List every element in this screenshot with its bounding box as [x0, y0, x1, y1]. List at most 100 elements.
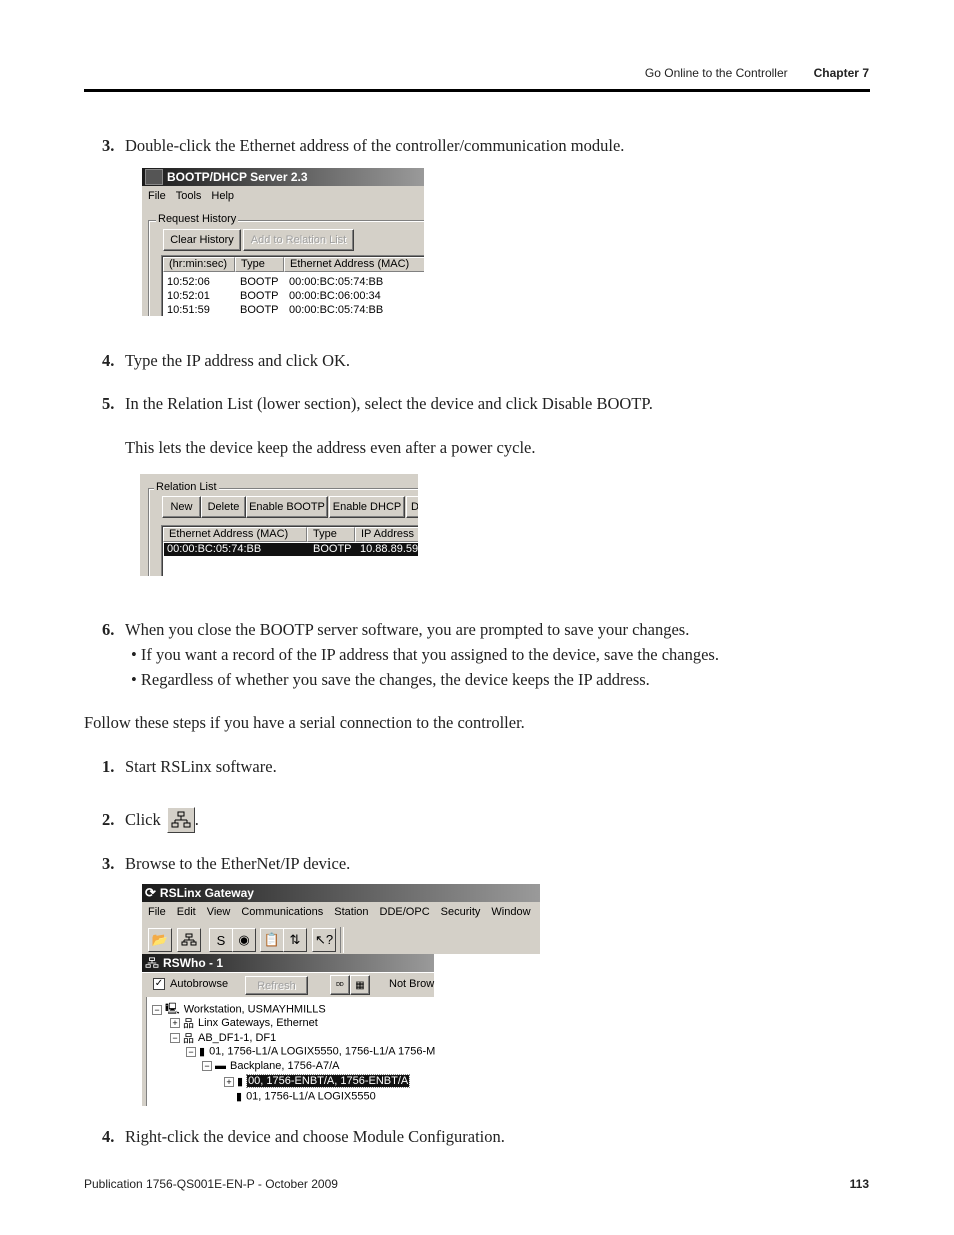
window-title: RSLinx Gateway [159, 886, 254, 900]
open-icon[interactable]: 📂 [148, 928, 172, 952]
publication-info: Publication 1756-QS001E-EN-P - October 2… [84, 1177, 338, 1191]
tree-node-l1[interactable]: ▮ 01, 1756-L1/A LOGIX5550 [236, 1090, 376, 1103]
rswho-network-icon[interactable] [177, 928, 201, 952]
collapse-icon[interactable]: − [202, 1061, 212, 1072]
add-to-relation-list-button[interactable]: Add to Relation List [243, 229, 354, 251]
step-text: Type the IP address and click OK. [125, 351, 351, 370]
menu-dde-opc[interactable]: DDE/OPC [380, 906, 430, 918]
tree-label: Backplane, 1756-A7/A [230, 1060, 340, 1072]
table-row-selected[interactable]: 00:00:BC:05:74:BB BOOTP 10.88.89.59 [164, 543, 418, 556]
tree-label: 01, 1756-L1/A LOGIX5550, 1756-L1/A 1756-… [209, 1045, 436, 1058]
disable-bootp-button[interactable]: D [406, 496, 418, 518]
large-icons-view-icon[interactable]: ᴰᴰ [330, 975, 350, 995]
delete-button[interactable]: Delete [201, 496, 246, 518]
request-history-list[interactable]: (hr:min:sec) Type Ethernet Address (MAC)… [161, 255, 424, 316]
topology-icon[interactable]: ⇅ [283, 928, 307, 952]
menu-security[interactable]: Security [441, 906, 481, 918]
step-text: Click [125, 810, 161, 829]
cell-type: BOOTP [240, 276, 279, 288]
tree-label: Linx Gateways, Ethernet [198, 1016, 318, 1029]
header-rule [84, 89, 870, 92]
step-number: 5. [102, 394, 115, 413]
bootp-menubar: File Tools Help [142, 186, 424, 206]
cell-type: BOOTP [313, 543, 352, 555]
step-text: Start RSLinx software. [125, 757, 277, 776]
cell-ip: 10.88.89.59 [360, 543, 418, 555]
cell-type: BOOTP [240, 304, 279, 316]
rswho-window: RSWho - 1 ✓ Autobrowse Refresh ᴰᴰ ▦ Not … [142, 954, 435, 1106]
cell-time: 10:52:01 [167, 290, 210, 302]
step-text-period: . [194, 810, 199, 829]
step-6a: 6. When you close the BOOTP server softwa… [102, 620, 689, 640]
enable-dhcp-button[interactable]: Enable DHCP [329, 496, 405, 518]
step-number: 6. [102, 620, 115, 639]
column-header-time[interactable]: (hr:min:sec) [163, 257, 235, 272]
rslinx-app-icon: ⟳ [145, 885, 156, 900]
menu-view[interactable]: View [207, 906, 231, 918]
section-title: Go Online to the Controller [644, 66, 788, 80]
column-header-mac[interactable]: Ethernet Address (MAC) [284, 257, 424, 272]
tree-label: Workstation, USMAYHMILLS [183, 1003, 326, 1016]
tree-node-linx-gateways[interactable]: + 品 Linx Gateways, Ethernet [170, 1015, 318, 1031]
relation-list-label: Relation List [154, 481, 219, 493]
rswho-network-icon [166, 807, 195, 833]
step-4b: 4. Right-click the device and choose Modu… [102, 1127, 505, 1147]
tree-label: 01, 1756-L1/A LOGIX5550 [246, 1090, 376, 1103]
menu-station[interactable]: Station [334, 906, 368, 918]
network-icon: 品 [183, 1018, 194, 1030]
column-header-type[interactable]: Type [307, 527, 355, 542]
column-header-type[interactable]: Type [235, 257, 284, 272]
bootp-titlebar: BOOTP/DHCP Server 2.3 [142, 168, 424, 186]
relation-list-table[interactable]: Ethernet Address (MAC) Type IP Address 0… [161, 525, 418, 576]
step-3a: 3. Double-click the Ethernet address of t… [102, 136, 624, 156]
step-5-note: This lets the device keep the address ev… [125, 438, 536, 457]
enable-bootp-button[interactable]: Enable BOOTP [246, 496, 328, 518]
help-pointer-icon[interactable]: ↖? [312, 928, 336, 952]
clipboard-icon[interactable]: 📋 [260, 928, 284, 952]
menu-window[interactable]: Window [491, 906, 530, 918]
details-view-icon[interactable]: ▦ [350, 975, 370, 995]
menu-file[interactable]: File [148, 906, 166, 918]
running-header: Go Online to the Controller Chapter 7 [645, 66, 869, 80]
menu-help[interactable]: Help [211, 190, 234, 202]
request-history-label: Request History [156, 213, 239, 225]
collapse-icon[interactable]: − [152, 1004, 162, 1015]
expand-icon[interactable]: + [170, 1018, 180, 1028]
column-header-mac[interactable]: Ethernet Address (MAC) [163, 527, 307, 542]
rslinx-menubar: File Edit View Communications Station DD… [142, 902, 540, 922]
collapse-icon[interactable]: − [170, 1033, 180, 1043]
autobrowse-checkbox[interactable]: ✓ [153, 978, 165, 990]
step-number: 3. [102, 854, 115, 873]
configure-driver-icon[interactable]: S [209, 928, 233, 952]
tree-node-logix5550[interactable]: − ▮ 01, 1756-L1/A LOGIX5550, 1756-L1/A 175… [186, 1045, 435, 1058]
cell-mac: 00:00:BC:05:74:BB [167, 543, 262, 555]
refresh-button[interactable]: Refresh [245, 976, 308, 995]
clear-history-button[interactable]: Clear History [163, 229, 241, 251]
tree-pane-border [142, 997, 147, 1106]
menu-communications[interactable]: Communications [241, 906, 323, 918]
tree-node-enbt[interactable]: + ▮ 00, 1756-ENBT/A, 1756-ENBT/A [224, 1074, 411, 1089]
menu-edit[interactable]: Edit [177, 906, 196, 918]
module-icon: ▮ [236, 1091, 243, 1103]
expand-icon[interactable]: + [224, 1076, 234, 1087]
tree-node-df1[interactable]: − 品 AB_DF1-1, DF1 [170, 1030, 276, 1046]
menu-file[interactable]: File [148, 190, 166, 202]
table-row[interactable]: 10:51:59 BOOTP 00:00:BC:05:74:BB [167, 304, 383, 316]
configure-shortcut-icon[interactable]: ◉ [232, 928, 256, 952]
column-header-ip[interactable]: IP Address [355, 527, 418, 542]
new-button[interactable]: New [162, 496, 201, 518]
rswho-titlebar: RSWho - 1 [142, 954, 434, 972]
bullet-item: • Regardless of whether you save the cha… [131, 670, 650, 689]
rslinx-window: ⟳ RSLinx Gateway File Edit View Communic… [142, 884, 540, 1106]
step-2b: 2. Click . [102, 807, 199, 833]
table-row[interactable]: 10:52:06 BOOTP 00:00:BC:05:74:BB [167, 276, 383, 288]
step-number: 2. [102, 810, 115, 829]
bullet-text: Regardless of whether you save the chang… [140, 670, 650, 689]
step-3b: 3. Browse to the EtherNet/IP device. [102, 854, 350, 874]
cell-time: 10:52:06 [167, 276, 210, 288]
table-row[interactable]: 10:52:01 BOOTP 00:00:BC:06:00:34 [167, 290, 381, 302]
menu-tools[interactable]: Tools [176, 190, 202, 202]
tree-node-backplane[interactable]: − ▬ Backplane, 1756-A7/A [202, 1060, 339, 1072]
collapse-icon[interactable]: − [186, 1046, 196, 1057]
step-text: In the Relation List (lower section), se… [125, 394, 653, 413]
